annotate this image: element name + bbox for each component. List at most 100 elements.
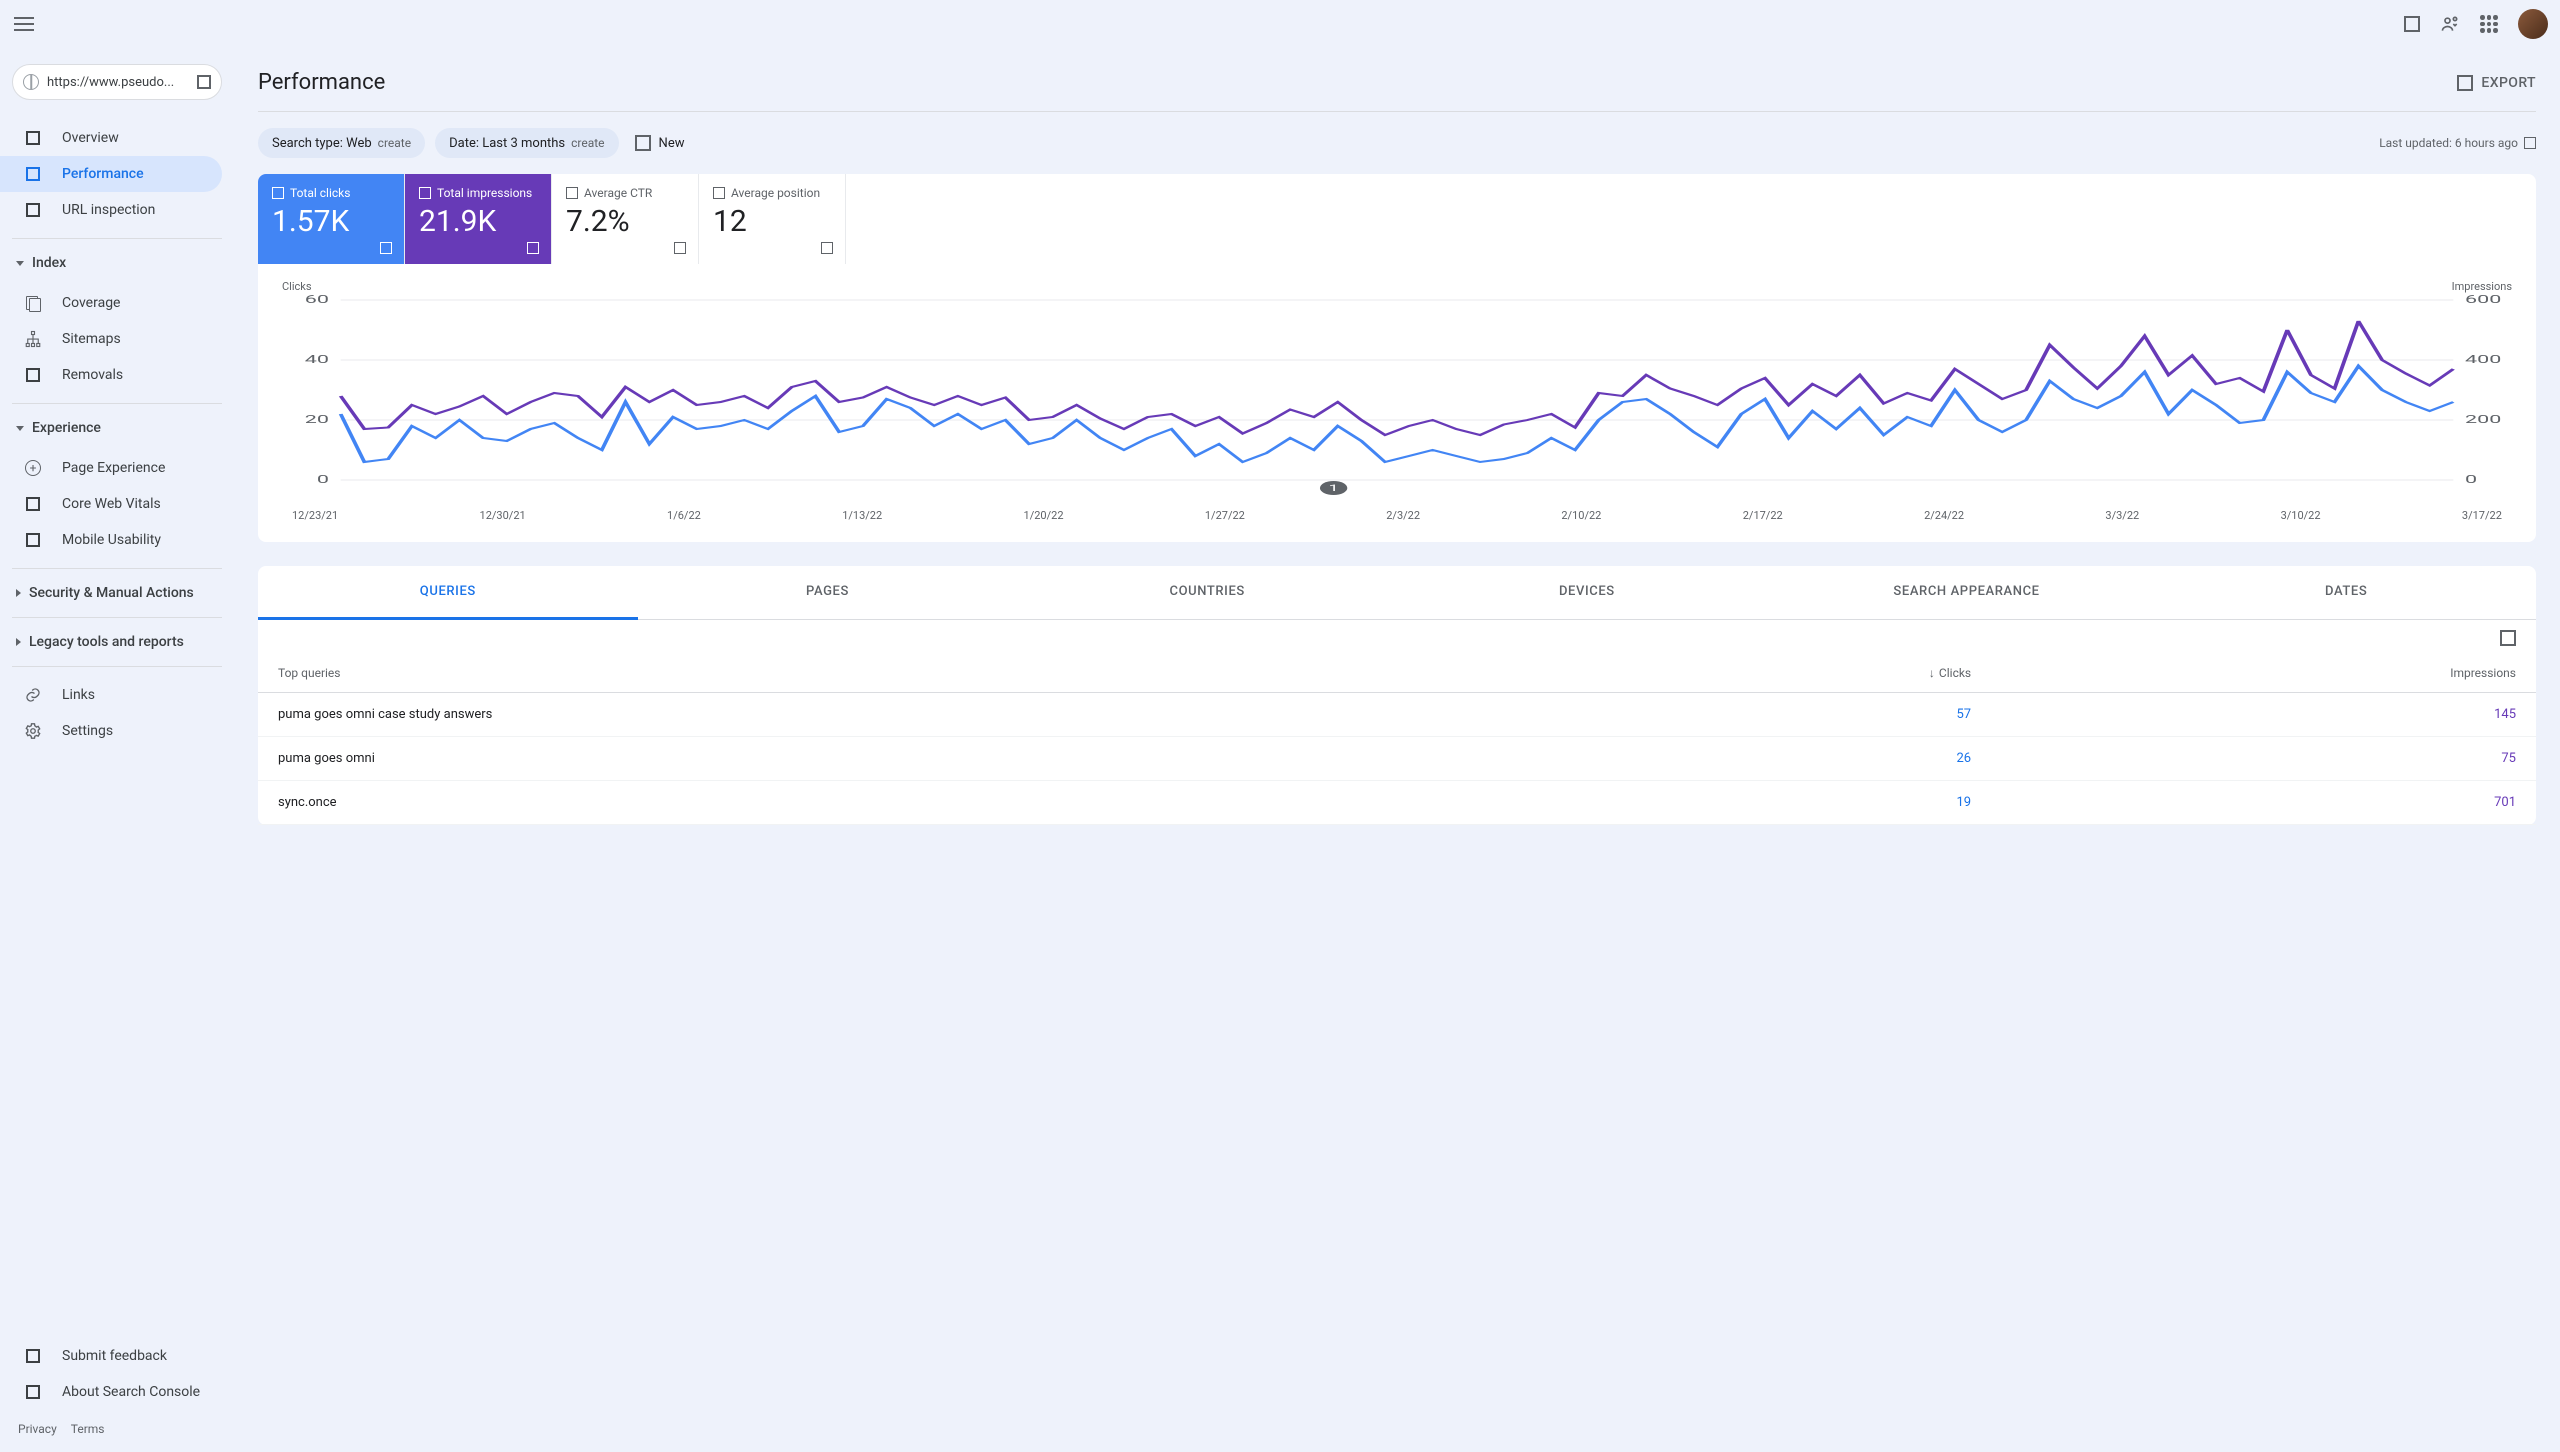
svg-text:400: 400: [2465, 353, 2501, 366]
metric-total-impressions[interactable]: Total impressions 21.9K: [405, 174, 552, 264]
sidebar: https://www.pseudo... OverviewPerformanc…: [0, 48, 234, 1452]
sidebar-item-performance[interactable]: Performance: [0, 156, 222, 192]
add-filter-button[interactable]: New: [629, 135, 691, 151]
box-icon: [24, 129, 42, 147]
sidebar-item-removals[interactable]: Removals: [0, 357, 222, 393]
last-updated: Last updated: 6 hours ago: [2379, 136, 2536, 150]
export-icon: [2457, 75, 2473, 91]
settings-icon: [24, 722, 42, 740]
table-row[interactable]: sync.once19701: [258, 781, 2536, 825]
toggle-icon: [527, 242, 539, 254]
metrics-panel: Total clicks 1.57K Total impressions 21.…: [258, 174, 2536, 264]
svg-text:0: 0: [317, 473, 329, 486]
svg-text:1: 1: [1329, 483, 1339, 493]
sidebar-section-experience[interactable]: Experience: [0, 410, 234, 446]
toggle-icon: [821, 242, 833, 254]
svg-text:40: 40: [305, 353, 329, 366]
tab-countries[interactable]: COUNTRIES: [1017, 566, 1397, 619]
sidebar-item-overview[interactable]: Overview: [0, 120, 222, 156]
apps-icon[interactable]: [2480, 15, 2498, 33]
table-row[interactable]: puma goes omni case study answers57145: [258, 693, 2536, 737]
toggle-icon: [380, 242, 392, 254]
tab-devices[interactable]: DEVICES: [1397, 566, 1777, 619]
uncheck-icon: [566, 187, 578, 199]
toggle-icon: [674, 242, 686, 254]
sidebar-item-url-inspection[interactable]: URL inspection: [0, 192, 222, 228]
property-selector[interactable]: https://www.pseudo...: [12, 64, 222, 100]
queries-table: Top queries ↓Clicks Impressions puma goe…: [258, 654, 2536, 825]
chevron-right-icon: [16, 589, 21, 597]
date-chip[interactable]: Date: Last 3 months create: [435, 128, 618, 158]
sidebar-item-submit-feedback[interactable]: Submit feedback: [0, 1338, 222, 1374]
terms-link[interactable]: Terms: [71, 1422, 105, 1436]
filters-row: Search type: Web create Date: Last 3 mon…: [258, 112, 2536, 174]
col-queries[interactable]: Top queries: [258, 654, 1568, 693]
svg-text:20: 20: [305, 413, 329, 426]
main-content: Performance EXPORT Search type: Web crea…: [234, 48, 2560, 1452]
tab-search-appearance[interactable]: SEARCH APPEARANCE: [1777, 566, 2157, 619]
sidebar-section-index[interactable]: Index: [0, 245, 234, 281]
sidebar-item-sitemaps[interactable]: Sitemaps: [0, 321, 222, 357]
box-icon: [24, 201, 42, 219]
col-impressions[interactable]: Impressions: [1991, 654, 2536, 693]
table-row[interactable]: puma goes omni2675: [258, 737, 2536, 781]
export-button[interactable]: EXPORT: [2457, 75, 2536, 91]
sidebar-item-coverage[interactable]: Coverage: [0, 285, 222, 321]
page-title: Performance: [258, 70, 385, 95]
topbar: [0, 0, 2560, 48]
coverage-icon: [24, 294, 42, 312]
check-icon: [419, 187, 431, 199]
box-icon: [24, 1347, 42, 1365]
check-icon: [272, 187, 284, 199]
sidebar-item-core-web-vitals[interactable]: Core Web Vitals: [0, 486, 222, 522]
box-icon: [24, 165, 42, 183]
footer-links: Privacy Terms: [0, 1414, 234, 1444]
avatar[interactable]: [2518, 9, 2548, 39]
box-icon: [24, 366, 42, 384]
clicks-axis-label: Clicks: [282, 280, 312, 293]
plus-icon: +: [24, 459, 42, 477]
metric-total-clicks[interactable]: Total clicks 1.57K: [258, 174, 405, 264]
metric-average-ctr[interactable]: Average CTR 7.2%: [552, 174, 699, 264]
sort-desc-icon: ↓: [1929, 666, 1935, 680]
performance-chart[interactable]: 1 6040200 6004002000: [282, 295, 2512, 495]
svg-text:600: 600: [2465, 295, 2501, 306]
info-icon[interactable]: [2524, 137, 2536, 149]
svg-text:200: 200: [2465, 413, 2501, 426]
svg-text:0: 0: [2465, 473, 2477, 486]
metric-average-position[interactable]: Average position 12: [699, 174, 846, 264]
search-type-chip[interactable]: Search type: Web create: [258, 128, 425, 158]
tab-pages[interactable]: PAGES: [638, 566, 1018, 619]
chart-card: Clicks Impressions 1 6040200 6004002000 …: [258, 264, 2536, 542]
sitemaps-icon: [24, 330, 42, 348]
links-icon: [24, 686, 42, 704]
menu-icon[interactable]: [12, 12, 36, 36]
box-icon: [24, 531, 42, 549]
impressions-axis-label: Impressions: [2452, 280, 2512, 293]
tabs: QUERIESPAGESCOUNTRIESDEVICESSEARCH APPEA…: [258, 566, 2536, 620]
sidebar-item-page-experience[interactable]: +Page Experience: [0, 450, 222, 486]
tab-queries[interactable]: QUERIES: [258, 566, 638, 620]
sidebar-item-mobile-usability[interactable]: Mobile Usability: [0, 522, 222, 558]
tab-dates[interactable]: DATES: [2156, 566, 2536, 619]
box-icon: [24, 495, 42, 513]
plus-icon: [635, 135, 651, 151]
sidebar-item-about-search-console[interactable]: About Search Console: [0, 1374, 222, 1410]
col-clicks[interactable]: ↓Clicks: [1568, 654, 1991, 693]
action-icon-1[interactable]: [2404, 16, 2420, 32]
property-url: https://www.pseudo...: [47, 75, 189, 90]
box-icon: [24, 1383, 42, 1401]
queries-card: QUERIESPAGESCOUNTRIESDEVICESSEARCH APPEA…: [258, 566, 2536, 825]
chevron-down-icon: [16, 261, 24, 266]
sidebar-section-legacy-tools-and-reports[interactable]: Legacy tools and reports: [0, 624, 234, 660]
table-filter-icon[interactable]: [2500, 630, 2516, 646]
privacy-link[interactable]: Privacy: [18, 1422, 57, 1436]
sidebar-section-security-manual-actions[interactable]: Security & Manual Actions: [0, 575, 234, 611]
svg-text:60: 60: [305, 295, 329, 306]
globe-icon: [23, 74, 39, 90]
chevron-down-icon: [16, 426, 24, 431]
sidebar-item-links[interactable]: Links: [0, 677, 222, 713]
sidebar-item-settings[interactable]: Settings: [0, 713, 222, 749]
uncheck-icon: [713, 187, 725, 199]
people-icon[interactable]: [2440, 14, 2460, 34]
